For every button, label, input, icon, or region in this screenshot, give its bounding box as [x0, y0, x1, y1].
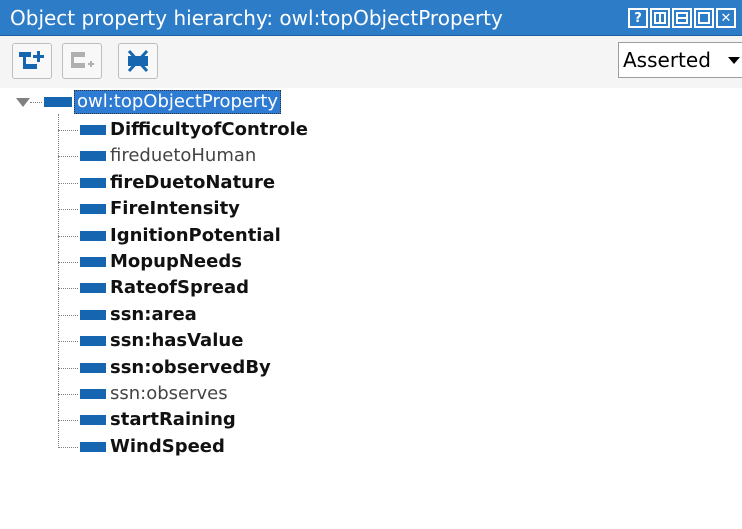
hierarchy-toolbar: Asserted: [0, 36, 742, 89]
tree-node-label: RateofSpread: [110, 277, 249, 299]
delete-property-icon: [127, 49, 149, 73]
tree-connector: [58, 420, 78, 422]
add-sub-property-button[interactable]: [12, 43, 52, 79]
tree-connector: [58, 446, 78, 448]
property-icon: [80, 441, 106, 452]
tree-node-label: MopupNeeds: [110, 251, 242, 272]
tree-connector: [58, 209, 78, 211]
tree-node[interactable]: ssn:observes: [0, 381, 742, 407]
tree-node-label: ssn:area: [110, 303, 197, 325]
property-icon: [80, 230, 106, 241]
tree-node[interactable]: MopupNeeds: [0, 249, 742, 275]
tree-node[interactable]: ssn:hasValue: [0, 328, 742, 354]
tree-connector: [58, 314, 78, 316]
tree-node-label: fireduetoHuman: [110, 145, 257, 167]
tree-node-label: fireDuetoNature: [110, 171, 276, 193]
tree-node-label: WindSpeed: [110, 435, 225, 457]
tree-node[interactable]: ssn:area: [0, 302, 742, 328]
tree-node[interactable]: RateofSpread: [0, 275, 742, 301]
tree-node-label: ssn:hasValue: [110, 330, 244, 352]
tree-node[interactable]: fireduetoHuman: [0, 143, 742, 169]
tree-node[interactable]: startRaining: [0, 407, 742, 433]
tree-connector: [58, 235, 78, 237]
tree-connector: [58, 156, 78, 158]
close-icon[interactable]: ✕: [716, 8, 736, 28]
tree-connector: [30, 102, 42, 103]
property-icon: [80, 309, 106, 320]
split-vertical-icon[interactable]: [650, 8, 670, 28]
tree-node[interactable]: IgnitionPotential: [0, 223, 742, 249]
property-icon: [80, 283, 106, 294]
property-tree[interactable]: owl:topObjectProperty DifficultyofContro…: [0, 88, 742, 529]
view-window-buttons: ? ✕: [628, 8, 736, 28]
tree-node[interactable]: ssn:observedBy: [0, 355, 742, 381]
maximize-icon[interactable]: [694, 8, 714, 28]
view-mode-select[interactable]: Asserted: [618, 42, 742, 78]
view-titlebar: Object property hierarchy: owl:topObject…: [0, 0, 742, 36]
tree-node-label: ssn:observes: [110, 383, 228, 404]
property-icon: [80, 257, 106, 267]
split-horizontal-icon[interactable]: [672, 8, 692, 28]
tree-node-label: startRaining: [110, 409, 236, 431]
tree-node-label: FireIntensity: [110, 198, 240, 220]
help-icon[interactable]: ?: [628, 8, 648, 28]
property-icon: [80, 362, 106, 373]
tree-root-node[interactable]: owl:topObjectProperty: [74, 90, 282, 114]
property-icon: [80, 125, 106, 135]
tree-connector: [58, 367, 78, 369]
tree-node[interactable]: DifficultyofControle: [0, 117, 742, 143]
property-icon: [44, 97, 72, 107]
tree-connector: [58, 182, 78, 184]
add-sibling-property-icon: [71, 52, 94, 68]
collapse-triangle-icon[interactable]: [16, 98, 30, 108]
view-mode-value: Asserted: [623, 48, 711, 72]
tree-node-label: IgnitionPotential: [110, 224, 281, 246]
tree-node[interactable]: WindSpeed: [0, 434, 742, 460]
view-title: Object property hierarchy: owl:topObject…: [10, 6, 503, 30]
add-sub-property-icon: [19, 51, 44, 69]
add-sibling-property-button[interactable]: [62, 43, 102, 79]
tree-node[interactable]: fireDuetoNature: [0, 170, 742, 196]
chevron-down-icon: [728, 57, 740, 64]
tree-connector: [58, 262, 78, 263]
tree-connector: [58, 394, 78, 395]
tree-node-label: ssn:observedBy: [110, 356, 271, 378]
tree-connector: [58, 341, 78, 343]
tree-connector: [58, 288, 78, 290]
property-icon: [80, 204, 106, 215]
tree-connector: [58, 130, 78, 131]
property-icon: [80, 336, 106, 347]
property-icon: [80, 177, 106, 188]
delete-property-button[interactable]: [118, 43, 158, 79]
property-icon: [80, 151, 106, 162]
tree-node[interactable]: FireIntensity: [0, 196, 742, 222]
tree-node-label: DifficultyofControle: [110, 119, 308, 140]
property-icon: [80, 389, 106, 399]
property-icon: [80, 415, 106, 426]
